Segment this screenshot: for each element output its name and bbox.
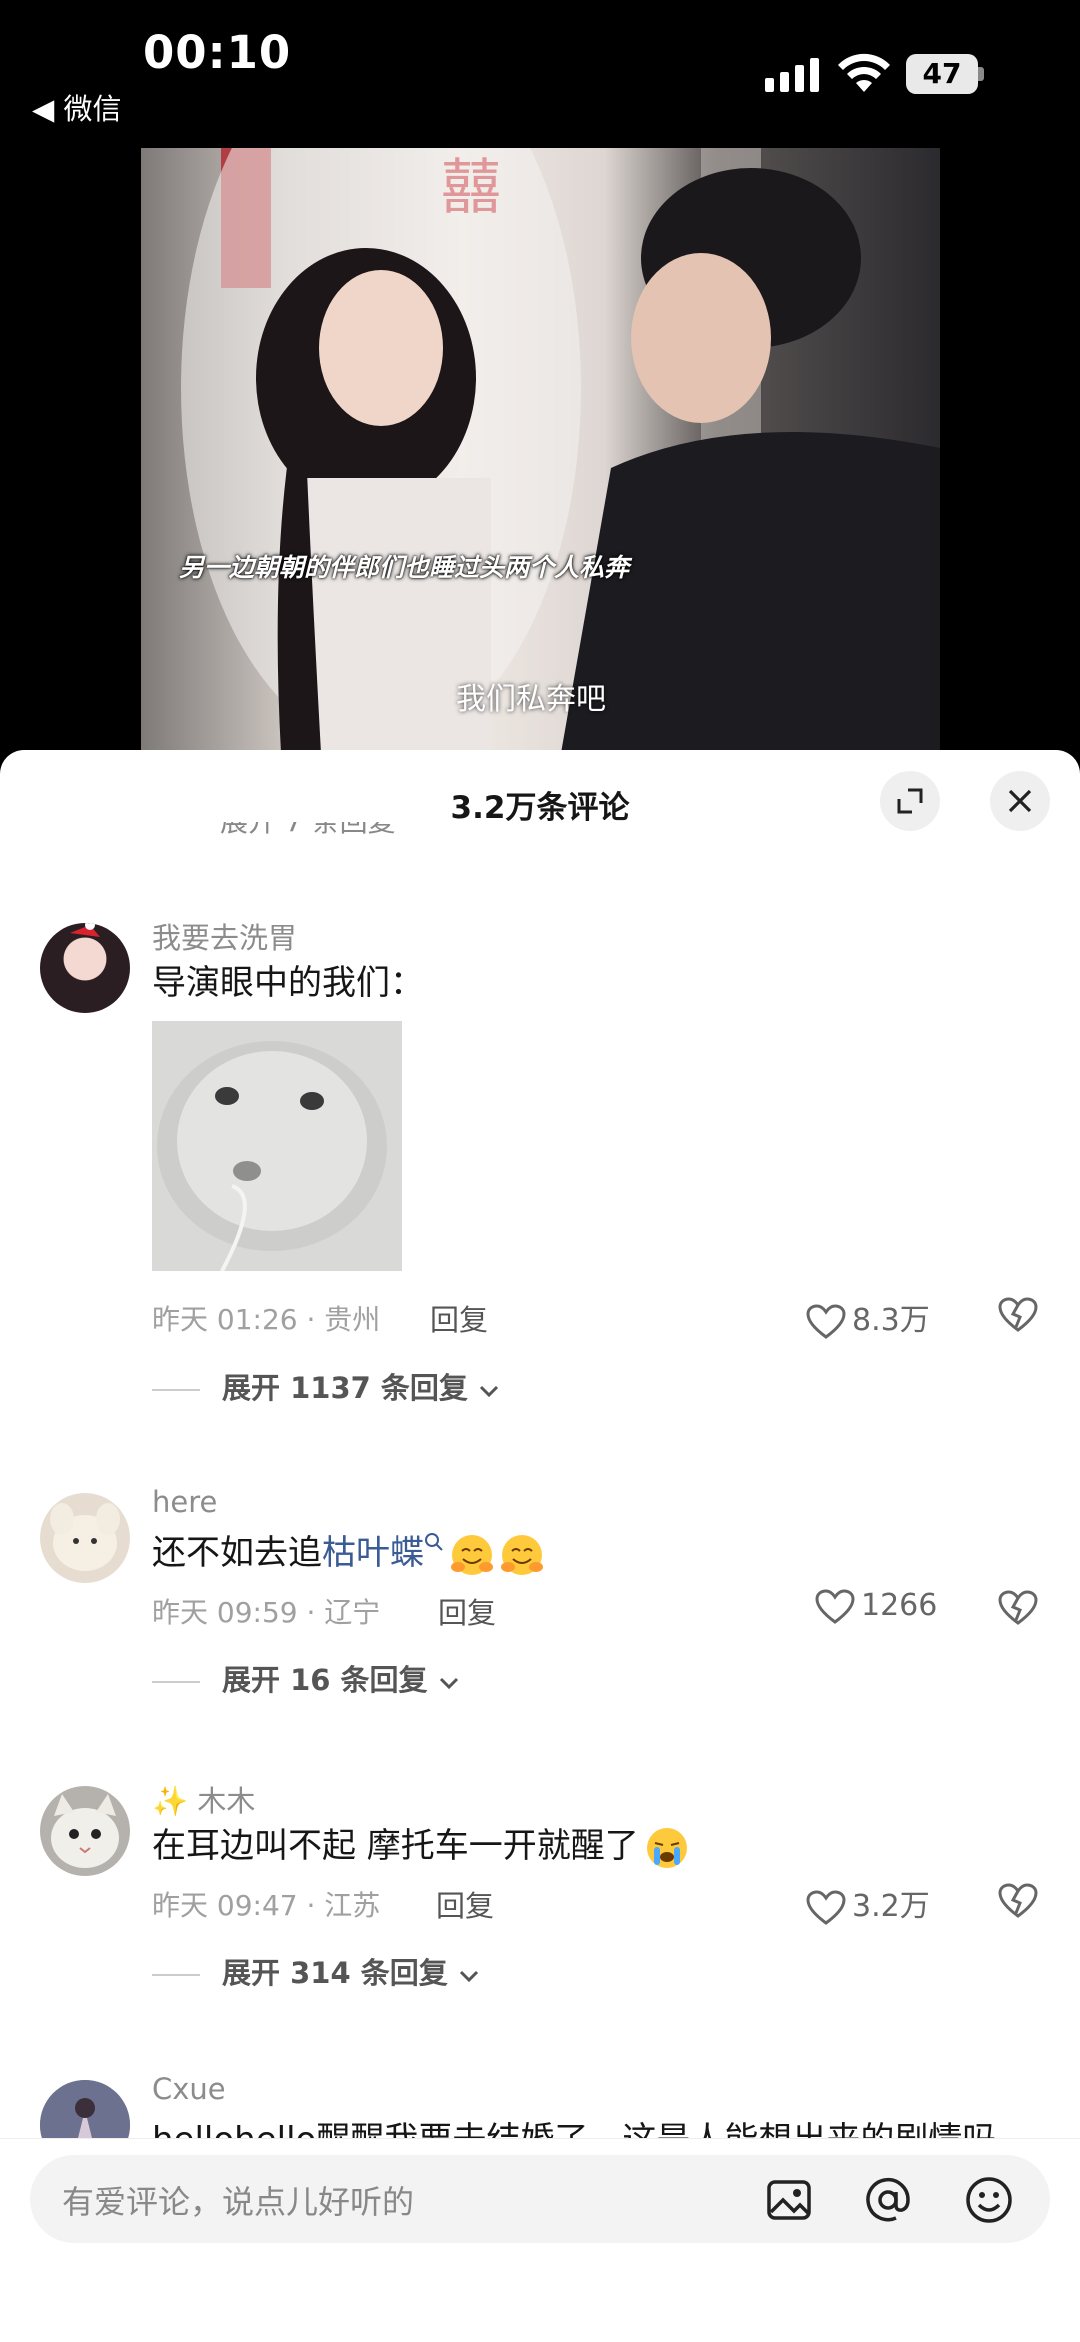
comment-meta: 昨天 01:26 · 贵州	[152, 1303, 381, 1336]
avatar-image	[50, 1503, 120, 1571]
emoji-face-icon[interactable]	[964, 2175, 1014, 2225]
comment-text-body: 在耳边叫不起 摩托车一开就醒了	[152, 1826, 639, 1866]
video-player[interactable]: 囍 另一边朝朝的伴郎们也睡过头两个人私奔 我们私奔吧	[141, 148, 940, 753]
wifi-icon	[838, 53, 890, 92]
expand-icon	[897, 788, 923, 814]
comment-text: 导演眼中的我们：	[152, 963, 424, 1003]
reply-button[interactable]: 回复	[438, 1590, 496, 1632]
heart-outline-icon	[806, 1889, 846, 1925]
broken-heart-dislike-icon[interactable]	[998, 1883, 1038, 1919]
previous-expand-replies-cutoff: 展开 7 条回复	[220, 822, 396, 836]
battery-tip	[978, 67, 984, 81]
comment-meme-image[interactable]	[152, 1021, 402, 1271]
battery-level: 47	[906, 54, 978, 94]
comment-input-placeholder: 有爱评论，说点儿好听的	[62, 2183, 415, 2221]
broken-heart-dislike-icon[interactable]	[998, 1297, 1038, 1333]
comment-username[interactable]: Cxue	[152, 2072, 226, 2106]
divider	[152, 1681, 200, 1683]
close-icon	[1008, 789, 1032, 813]
comment-username[interactable]: 我要去洗胃	[152, 915, 297, 957]
like-count: 1266	[861, 1588, 938, 1623]
back-to-wechat-link[interactable]: ◀ 微信	[32, 86, 122, 128]
like-count: 8.3万	[852, 1303, 930, 1338]
video-frame-image: 囍	[181, 148, 940, 753]
reply-button[interactable]: 回复	[436, 1883, 494, 1925]
smiling-hug-emoji-icon	[451, 1534, 493, 1575]
fullscreen-comments-button[interactable]	[880, 771, 940, 831]
expand-replies-label: 展开 16 条回复	[222, 1663, 428, 1697]
image-icon[interactable]	[764, 2175, 814, 2225]
close-comments-button[interactable]	[990, 771, 1050, 831]
divider	[152, 1974, 200, 1976]
like-button[interactable]: 8.3万	[806, 1295, 930, 1340]
comment-input[interactable]: 有爱评论，说点儿好听的	[30, 2155, 1050, 2243]
chevron-down-icon	[459, 1970, 478, 1983]
avatar[interactable]	[40, 923, 130, 1013]
expand-replies-button[interactable]: 展开 16 条回复	[152, 1657, 460, 1699]
heart-outline-icon	[815, 1588, 855, 1624]
expand-replies-button[interactable]: 展开 314 条回复	[152, 1950, 480, 1992]
at-mention-icon[interactable]	[863, 2175, 913, 2225]
comment-input-bar: 有爱评论，说点儿好听的	[0, 2138, 1080, 2342]
like-button[interactable]: 1266	[815, 1588, 937, 1625]
video-subtitle-top: 另一边朝朝的伴郎们也睡过头两个人私奔	[179, 553, 630, 582]
divider	[152, 1389, 200, 1391]
like-count: 3.2万	[852, 1889, 930, 1924]
avatar-image	[70, 923, 100, 937]
chevron-down-icon	[479, 1385, 499, 1398]
search-icon[interactable]	[424, 1532, 444, 1552]
comment-meta: 昨天 09:59 · 辽宁	[152, 1596, 381, 1629]
status-time: 00:10	[143, 26, 292, 79]
comment-text: 还不如去追枯叶蝶	[152, 1525, 544, 1577]
comment-username[interactable]: ✨ 木木	[152, 1778, 255, 1820]
expand-replies-label: 展开 314 条回复	[222, 1956, 448, 1990]
comment-meta: 昨天 09:47 · 江苏	[152, 1889, 381, 1922]
status-bar: 00:10 ◀ 微信 47	[0, 0, 1080, 140]
comment-username[interactable]: here	[152, 1485, 217, 1519]
comment-text-prefix: 还不如去追	[152, 1533, 322, 1573]
expand-replies-button[interactable]: 展开 1137 条回复	[152, 1365, 500, 1407]
cellular-signal-icon	[765, 58, 819, 92]
broken-heart-dislike-icon[interactable]	[998, 1590, 1038, 1626]
reply-button[interactable]: 回复	[430, 1297, 488, 1339]
chevron-down-icon	[439, 1677, 458, 1690]
comment-sheet: 3.2万条评论 展开 7 条回复 我要去洗胃 导演眼中的我们：	[0, 750, 1080, 2341]
avatar[interactable]	[40, 1786, 130, 1876]
smiling-hug-emoji-icon	[501, 1534, 543, 1575]
avatar[interactable]	[40, 1493, 130, 1583]
battery-indicator: 47	[906, 54, 984, 94]
crying-emoji-icon	[646, 1827, 687, 1868]
search-keyword-link[interactable]: 枯叶蝶	[322, 1533, 424, 1573]
heart-outline-icon	[806, 1303, 846, 1339]
comment-text: 在耳边叫不起 摩托车一开就醒了	[152, 1818, 689, 1870]
video-subtitle-bottom: 我们私奔吧	[456, 682, 606, 717]
like-button[interactable]: 3.2万	[806, 1881, 930, 1926]
expand-replies-label: 展开 1137 条回复	[222, 1371, 468, 1405]
baby-face-meme-image	[152, 1021, 402, 1271]
avatar-image	[51, 1794, 119, 1868]
